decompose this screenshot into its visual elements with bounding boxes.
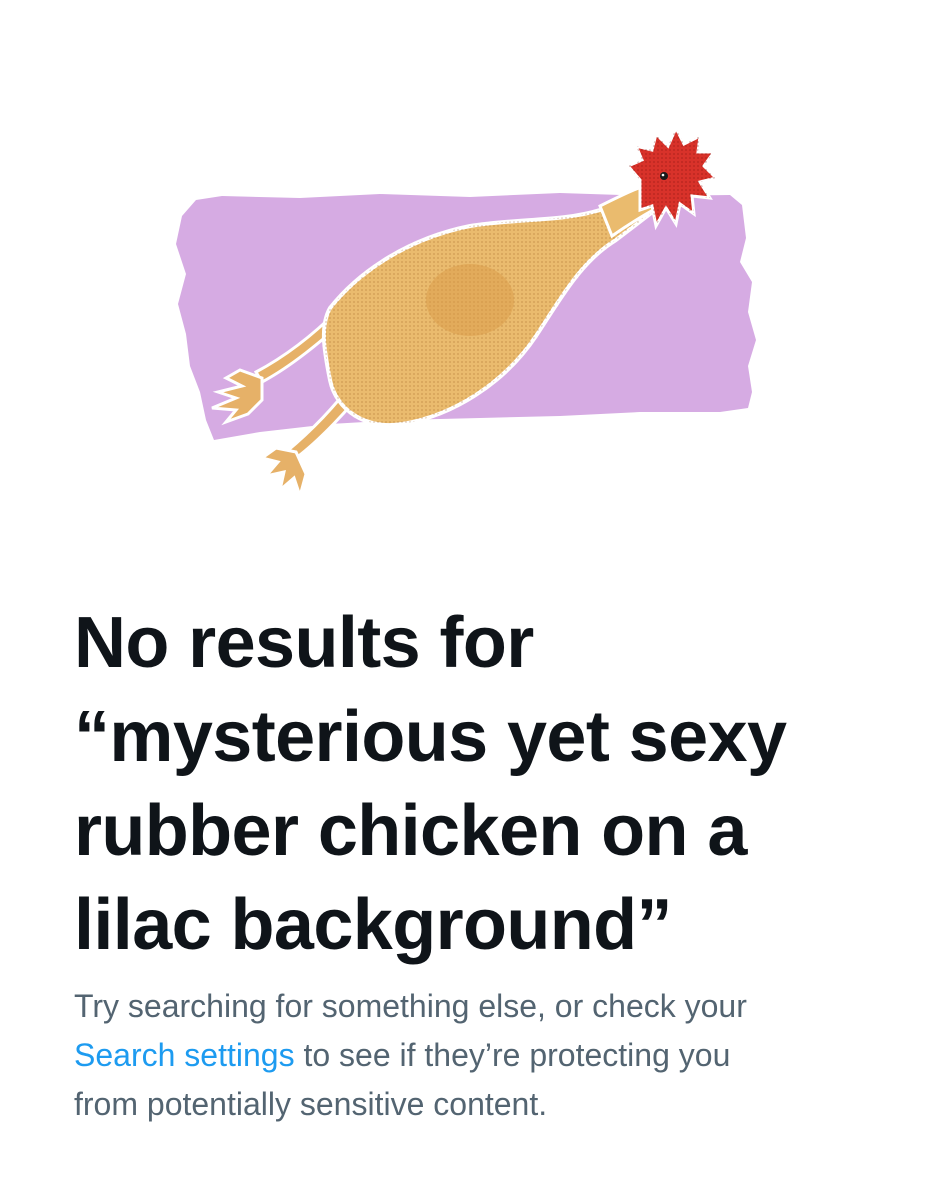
headline-line: lilac background” [74, 885, 673, 965]
rubber-chicken-illustration [0, 0, 940, 560]
help-text-line: Search settings to see if they’re protec… [74, 1031, 874, 1080]
headline-line: “mysterious yet sexy [74, 697, 787, 777]
empty-search-state: No results for “mysterious yet sexy rubb… [74, 596, 874, 1129]
help-text-line: Try searching for something else, or che… [74, 988, 747, 1024]
no-results-help-text: Try searching for something else, or che… [74, 982, 874, 1129]
headline-line: rubber chicken on a [74, 791, 747, 871]
headline-line: No results for [74, 603, 534, 683]
no-results-headline: No results for “mysterious yet sexy rubb… [74, 596, 874, 972]
search-settings-link[interactable]: Search settings [74, 1037, 295, 1073]
help-text-line: from potentially sensitive content. [74, 1086, 548, 1122]
help-text-fragment: to see if they’re protecting you [294, 1037, 731, 1073]
